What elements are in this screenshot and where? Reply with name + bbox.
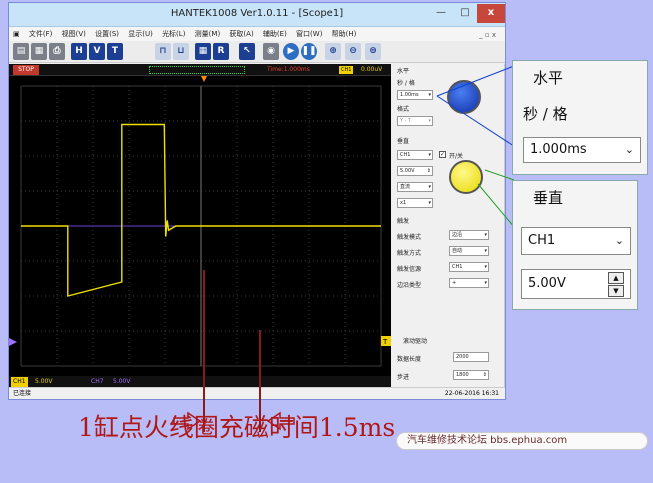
zoom-volt-spinner[interactable]: 5.00V ▲ ▼ bbox=[521, 269, 631, 299]
spin-up-icon[interactable]: ▲ bbox=[608, 272, 624, 284]
forum-watermark: 汽车维修技术论坛 bbs.ephua.com bbox=[396, 432, 648, 450]
zoom-channel-value: CH1 bbox=[528, 233, 556, 248]
zoom-vertical-title: 垂直 bbox=[533, 189, 564, 207]
spin-down-icon[interactable]: ▼ bbox=[608, 285, 624, 297]
zoom-channel-select[interactable]: CH1 ⌄ bbox=[521, 227, 631, 255]
zoom-sec-div-label: 秒 / 格 bbox=[523, 105, 568, 123]
vertical-zoom-panel: 垂直 CH1 ⌄ 5.00V ▲ ▼ bbox=[512, 180, 638, 310]
zoom-sec-div-value: 1.000ms bbox=[530, 142, 587, 157]
zoom-sec-div-select[interactable]: 1.000ms ⌄ bbox=[523, 137, 641, 163]
zoom-horizontal-title: 水平 bbox=[533, 69, 564, 87]
chevron-down-icon: ⌄ bbox=[614, 234, 624, 247]
horizontal-zoom-panel: 水平 秒 / 格 1.000ms ⌄ bbox=[512, 60, 648, 175]
chevron-down-icon: ⌄ bbox=[624, 143, 634, 156]
zoom-volt-value: 5.00V bbox=[528, 276, 566, 291]
annotation-text: 1缸点火线圈充磁时间1.5ms bbox=[78, 413, 396, 442]
